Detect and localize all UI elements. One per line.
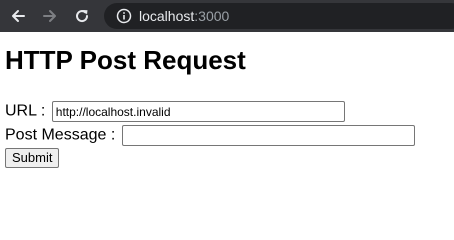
page-content: HTTP Post Request URL : Post Message : S… [0, 32, 454, 201]
url-label: URL : [5, 102, 46, 120]
arrow-right-icon [42, 8, 58, 24]
arrow-left-icon [10, 8, 26, 24]
submit-button[interactable]: Submit [5, 148, 60, 168]
reload-button[interactable] [72, 6, 92, 26]
address-host: localhost [139, 8, 195, 24]
address-bar[interactable]: localhost:3000 [104, 3, 454, 29]
url-input[interactable] [51, 101, 345, 122]
browser-toolbar: localhost:3000 [0, 0, 454, 32]
address-text: localhost:3000 [139, 8, 229, 24]
reload-icon [74, 8, 90, 24]
back-button[interactable] [8, 6, 28, 26]
info-icon[interactable] [116, 8, 132, 24]
url-row: URL : [5, 101, 345, 122]
forward-button[interactable] [40, 6, 60, 26]
page-title: HTTP Post Request [5, 45, 246, 75]
message-input[interactable] [121, 125, 415, 146]
address-port: :3000 [194, 8, 230, 24]
message-row: Post Message : [5, 125, 415, 146]
message-label: Post Message : [5, 126, 116, 144]
